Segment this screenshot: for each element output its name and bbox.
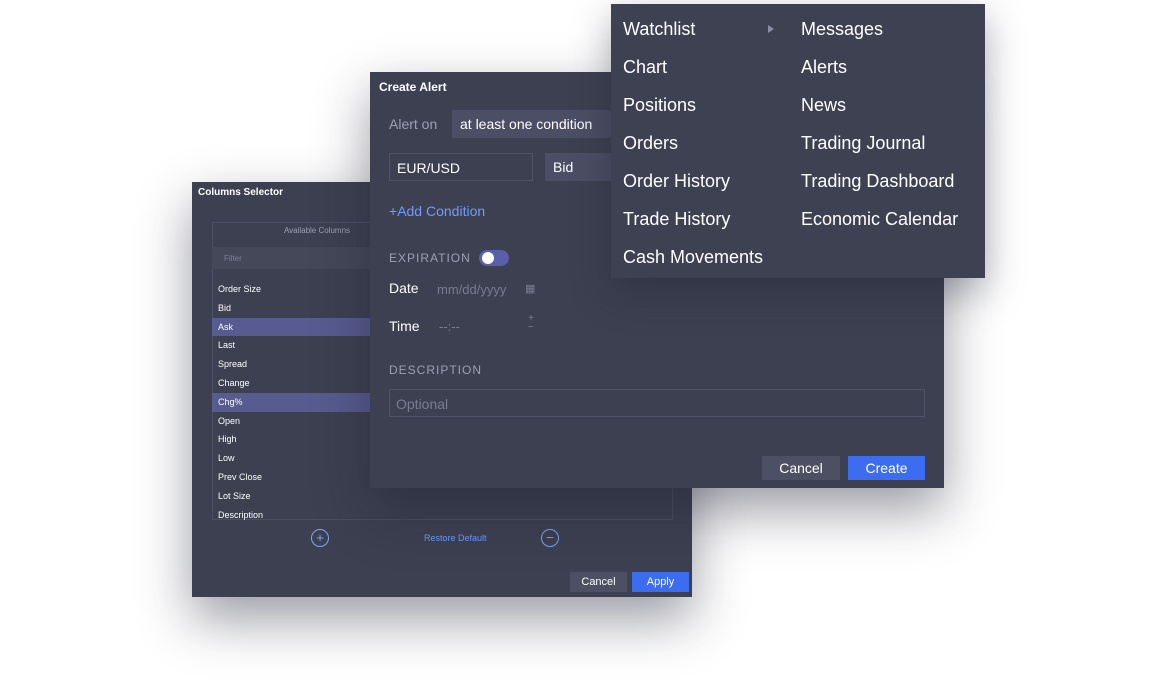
menu-item-trading-dashboard[interactable]: Trading Dashboard (801, 171, 954, 192)
restore-default-link[interactable]: Restore Default (424, 533, 487, 543)
list-item[interactable]: Prev Close (212, 468, 370, 487)
list-item[interactable]: Open (212, 412, 370, 431)
list-item[interactable]: Lot Size (212, 487, 370, 506)
time-stepper-icon[interactable]: + − (528, 314, 534, 333)
create-alert-title: Create Alert (379, 80, 447, 94)
list-item[interactable]: Spread (212, 355, 370, 374)
alert-cancel-button[interactable]: Cancel (762, 456, 840, 480)
symbol-field[interactable]: EUR/USD (389, 153, 533, 181)
list-item[interactable]: Last (212, 336, 370, 355)
menu-item-watchlist[interactable]: Watchlist (623, 19, 695, 40)
columns-selector-title: Columns Selector (198, 187, 284, 198)
add-condition-label: Add Condition (397, 203, 486, 219)
plus-circle-icon[interactable]: + (311, 529, 329, 547)
expiration-toggle[interactable] (479, 250, 509, 266)
apply-button[interactable]: Apply (632, 572, 689, 592)
list-item[interactable]: Ask (212, 317, 370, 337)
list-item[interactable]: Order Size (212, 280, 370, 299)
menu-item-chart[interactable]: Chart (623, 57, 667, 78)
filter-input[interactable]: Filter (212, 247, 392, 269)
list-item[interactable]: Chg% (212, 392, 370, 412)
main-menu: Watchlist Chart Positions Orders Order H… (611, 4, 985, 278)
menu-item-orders[interactable]: Orders (623, 133, 678, 154)
description-label: DESCRIPTION (389, 363, 483, 377)
menu-item-news[interactable]: News (801, 95, 846, 116)
description-input[interactable]: Optional (389, 389, 925, 417)
expiration-label: EXPIRATION (389, 251, 471, 265)
price-field-dropdown[interactable]: Bid (545, 153, 615, 181)
menu-item-trading-journal[interactable]: Trading Journal (801, 133, 925, 154)
date-label: Date (389, 280, 419, 296)
menu-item-trade-history[interactable]: Trade History (623, 209, 730, 230)
condition-mode-dropdown[interactable]: at least one condition (452, 110, 612, 138)
list-item[interactable]: Description (212, 506, 370, 525)
list-item[interactable]: Change (212, 374, 370, 393)
menu-item-order-history[interactable]: Order History (623, 171, 730, 192)
menu-item-positions[interactable]: Positions (623, 95, 696, 116)
minus-circle-icon[interactable]: − (541, 529, 559, 547)
add-condition-link[interactable]: +Add Condition (389, 203, 485, 219)
available-columns-list: Order Size Bid Ask Last Spread Change Chg% Open… (212, 280, 370, 524)
columns-cancel-button[interactable]: Cancel (570, 572, 627, 592)
menu-item-cash-movements[interactable]: Cash Movements (623, 247, 763, 268)
create-button[interactable]: Create (848, 456, 925, 480)
menu-item-economic-calendar[interactable]: Economic Calendar (801, 209, 958, 230)
date-input[interactable]: mm/dd/yyyy (437, 282, 506, 297)
calendar-icon[interactable]: ▦ (525, 282, 535, 295)
list-item[interactable]: Bid (212, 299, 370, 318)
toggle-knob (482, 252, 494, 264)
list-item[interactable]: High (212, 430, 370, 449)
list-item[interactable]: Low (212, 449, 370, 468)
submenu-arrow-icon (768, 25, 774, 33)
plus-icon: + (389, 203, 398, 219)
alert-on-label: Alert on (389, 116, 438, 132)
menu-item-messages[interactable]: Messages (801, 19, 883, 40)
time-label: Time (389, 318, 420, 334)
menu-item-alerts[interactable]: Alerts (801, 57, 847, 78)
time-input[interactable]: --:-- (439, 319, 460, 334)
